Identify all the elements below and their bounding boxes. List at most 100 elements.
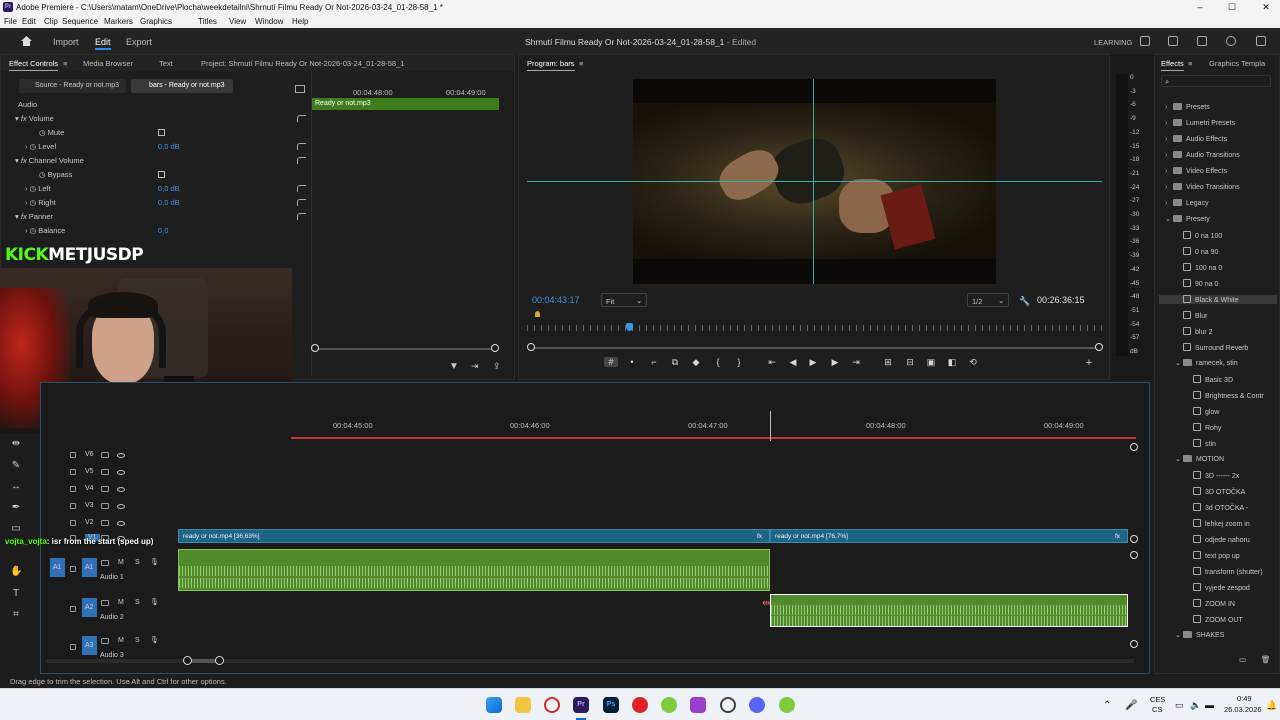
extract-icon[interactable]: ⊟ <box>903 357 917 368</box>
hand-tool-icon[interactable]: ✋ <box>10 566 22 578</box>
wrench-icon[interactable]: 🔧 <box>1019 296 1030 307</box>
notification-icon[interactable]: 🔔 <box>1266 700 1277 711</box>
effects-item-zoom-out[interactable]: ZOOM OUT <box>1185 615 1243 624</box>
effects-item-blur[interactable]: Blur <box>1175 311 1207 320</box>
add-marker-icon[interactable]: ◆ <box>689 357 703 368</box>
file-explorer-icon[interactable] <box>515 697 531 713</box>
program-scroll-end[interactable] <box>1095 343 1103 351</box>
source-clip-tab[interactable]: Source - Ready or not.mp3 <box>19 79 126 93</box>
steam-icon[interactable] <box>720 697 736 713</box>
eye-icon[interactable] <box>117 504 125 509</box>
video-scroll-top[interactable] <box>1130 443 1138 451</box>
effects-item-stin[interactable]: stin <box>1185 439 1216 448</box>
balance-value[interactable]: 0,0 <box>158 226 168 235</box>
eye-icon[interactable] <box>117 521 125 526</box>
microphone-icon[interactable]: 🎤 <box>1125 700 1137 711</box>
mute-track-button[interactable]: M <box>118 637 124 644</box>
timeline-scroll-end[interactable] <box>215 656 224 665</box>
lock-icon[interactable] <box>70 606 76 612</box>
sync-lock-icon[interactable] <box>101 638 109 644</box>
lock-icon[interactable] <box>70 644 76 650</box>
effects-item-video-effects[interactable]: › Video Effects <box>1165 167 1227 175</box>
play-icon[interactable]: ▶ <box>806 357 820 368</box>
track-label[interactable]: A2 <box>82 598 97 617</box>
menu-file[interactable]: File <box>4 17 17 26</box>
toggle-timeline-icon[interactable] <box>295 85 305 93</box>
effects-item-3d-oto-ka[interactable]: 3d OTOČKA - <box>1185 503 1248 512</box>
mini-timeline-clip[interactable]: Ready or not.mp3 <box>312 98 499 110</box>
reset-channel-volume-icon[interactable] <box>297 157 306 164</box>
delete-icon[interactable]: 🗑 <box>1261 655 1271 664</box>
panner-row[interactable]: ▾ fx Panner <box>15 212 53 221</box>
eye-icon[interactable] <box>117 487 125 492</box>
photoshop-icon[interactable]: Ps <box>603 697 619 713</box>
solo-track-button[interactable]: S <box>135 599 140 606</box>
effects-item-text-pop-up[interactable]: text pop up <box>1185 551 1240 560</box>
program-scroll-start[interactable] <box>527 343 535 351</box>
export-icon[interactable]: ⇪ <box>493 361 501 372</box>
go-to-in-icon[interactable]: ⇤ <box>765 357 779 368</box>
audio-scroll-bottom[interactable] <box>1130 640 1138 648</box>
chevron-down-icon[interactable]: ⌄ <box>1175 359 1183 367</box>
effects-search-input[interactable]: ⌕ <box>1161 75 1271 87</box>
discord-icon[interactable] <box>749 697 765 713</box>
opera-icon[interactable] <box>544 697 560 713</box>
effects-item-zoom-in[interactable]: ZOOM IN <box>1185 599 1235 608</box>
effects-item-0-na-90[interactable]: 0 na 90 <box>1175 247 1218 256</box>
chevron-right-icon[interactable]: › <box>1165 200 1173 207</box>
program-monitor-title[interactable]: Program: bars <box>527 59 575 71</box>
language-code[interactable]: CES <box>1150 695 1165 704</box>
sequence-clip-tab[interactable]: bars - Ready or not.mp3 <box>131 79 233 93</box>
caption-tool-icon[interactable]: ⌗ <box>10 609 22 621</box>
microphone-icon[interactable]: 🎙 <box>150 636 159 644</box>
effects-item-odjede-nahoru[interactable]: odjede nahoru <box>1185 535 1250 544</box>
mini-scroll-end-handle[interactable] <box>491 344 499 352</box>
new-bin-icon[interactable]: ▭ <box>1239 655 1246 664</box>
bypass-checkbox[interactable] <box>158 171 165 178</box>
battery-icon[interactable]: ▬ <box>1205 700 1214 710</box>
playhead-marker[interactable] <box>626 323 633 331</box>
tray-chevron-icon[interactable]: ⌃ <box>1103 700 1111 711</box>
lock-icon[interactable] <box>70 503 76 509</box>
rectangle-tool-icon[interactable]: ▭ <box>10 523 22 535</box>
effects-item-rohy[interactable]: Rohy <box>1185 423 1221 432</box>
reset-right-icon[interactable] <box>297 199 306 206</box>
left-value[interactable]: 0,0 dB <box>158 184 180 193</box>
lift-icon[interactable]: ⊞ <box>881 357 895 368</box>
chevron-right-icon[interactable]: › <box>1165 104 1173 111</box>
effects-item-transform-shutter[interactable]: transform (shutter) <box>1185 567 1263 576</box>
nav-import[interactable]: Import <box>53 37 79 47</box>
reset-left-icon[interactable] <box>297 185 306 192</box>
audio-clip-a2[interactable] <box>770 594 1128 627</box>
mini-scrollbar[interactable] <box>315 348 495 350</box>
razor-tool-icon[interactable]: ✎ <box>10 460 22 472</box>
effects-item-vyjede-zespod[interactable]: vyjede zespod <box>1185 583 1250 592</box>
close-window-button[interactable]: ✕ <box>1256 2 1276 13</box>
go-to-out-icon[interactable]: ⇥ <box>849 357 863 368</box>
resolution-dropdown[interactable]: 1/2 ⌄ <box>967 293 1009 307</box>
expand-icon[interactable] <box>1256 36 1266 46</box>
program-ruler[interactable] <box>527 325 1102 331</box>
right-value[interactable]: 0,0 dB <box>158 198 180 207</box>
audio-scroll-top[interactable] <box>1130 551 1138 559</box>
safe-margins-icon[interactable]: # <box>604 357 618 367</box>
lock-icon[interactable] <box>70 469 76 475</box>
volume-effect-row[interactable]: ▾ fx Volume <box>15 114 54 123</box>
ripple-edit-tool-icon[interactable]: ⇹ <box>10 438 22 450</box>
fit-dropdown[interactable]: Fit ⌄ <box>601 293 647 307</box>
chevron-right-icon[interactable]: › <box>1165 120 1173 127</box>
nav-export[interactable]: Export <box>126 37 152 47</box>
type-tool-icon[interactable]: T <box>10 588 22 600</box>
media-player-icon[interactable] <box>632 697 648 713</box>
tab-graphics-templates[interactable]: Graphics Templa <box>1209 59 1265 68</box>
search-icon[interactable] <box>1226 36 1236 46</box>
menu-help[interactable]: Help <box>292 17 308 26</box>
insert-icon[interactable]: ⌐ <box>647 357 661 367</box>
effects-item-audio-transitions[interactable]: › Audio Transitions <box>1165 151 1240 159</box>
chevron-right-icon[interactable]: › <box>1165 184 1173 191</box>
effects-item-3d-2x[interactable]: 3D ------ 2x <box>1185 471 1239 480</box>
level-value[interactable]: 0,0 dB <box>158 142 180 151</box>
play-audio-icon[interactable]: ⇥ <box>471 361 479 372</box>
mute-track-button[interactable]: M <box>118 559 124 566</box>
timeline-scroll-start[interactable] <box>183 656 192 665</box>
